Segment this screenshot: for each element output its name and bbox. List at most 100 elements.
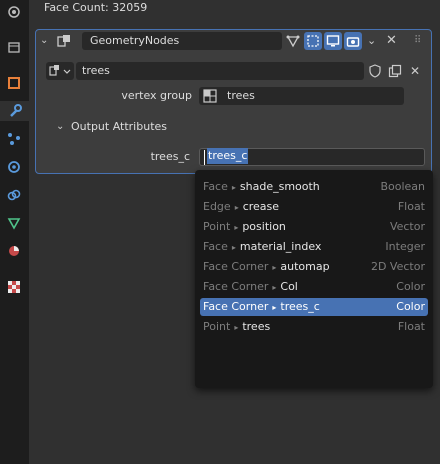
- view-layer-icon: [8, 42, 20, 53]
- attribute-name: position: [242, 220, 286, 233]
- text-cursor: [204, 150, 205, 165]
- vertex-group-text: trees: [227, 89, 255, 102]
- tab-scene[interactable]: [4, 2, 24, 22]
- attribute-domain: Edge: [203, 200, 231, 213]
- attribute-item-shade-smooth[interactable]: Face ▸ shade_smooth Boolean: [200, 178, 428, 196]
- drag-handle-icon[interactable]: ⠿: [414, 32, 421, 50]
- modifier-type-icon: [55, 32, 73, 50]
- node-group-name-field[interactable]: trees: [76, 62, 364, 80]
- attribute-type: Integer: [385, 240, 425, 253]
- node-group-name-text: trees: [82, 64, 110, 77]
- modifier-menu-chevron-icon[interactable]: ⌄: [367, 32, 376, 50]
- mesh-data-icon: [7, 218, 21, 230]
- on-cage-toggle[interactable]: [304, 32, 322, 50]
- attribute-type: Color: [396, 280, 425, 293]
- tab-material[interactable]: [4, 241, 24, 261]
- attribute-domain: Point: [203, 320, 231, 333]
- arrow-right-icon: ▸: [234, 203, 239, 212]
- render-toggle[interactable]: [344, 32, 362, 50]
- attribute-item-trees-c[interactable]: Face Corner ▸ trees_c Color: [200, 298, 428, 316]
- modifier-name-field[interactable]: GeometryNodes: [82, 32, 282, 50]
- cage-icon: [307, 35, 319, 47]
- properties-tab-bar: [0, 0, 29, 464]
- blender-icon: [8, 6, 20, 18]
- attribute-domain-group: Face Corner ▸ Col: [203, 278, 298, 297]
- duplicate-node-group-button[interactable]: [386, 62, 404, 80]
- attribute-type: Vector: [389, 220, 425, 233]
- face-count-label: Face Count: 32059: [44, 1, 148, 14]
- tab-data[interactable]: [4, 213, 24, 233]
- attribute-item-position[interactable]: Point ▸ position Vector: [200, 218, 428, 236]
- arrow-right-icon: ▸: [234, 323, 239, 332]
- collapse-chevron-icon[interactable]: ⌄: [40, 32, 48, 50]
- attribute-name: shade_smooth: [239, 180, 320, 193]
- tab-view-layer[interactable]: [4, 37, 24, 57]
- tab-constraints[interactable]: [4, 185, 24, 205]
- tab-particles[interactable]: [4, 129, 24, 149]
- remove-modifier-x-icon[interactable]: ✕: [386, 32, 397, 50]
- tab-physics[interactable]: [4, 157, 24, 177]
- attribute-name: Col: [280, 280, 298, 293]
- output-attribute-input[interactable]: trees_c: [199, 148, 425, 166]
- wrench-icon: [9, 104, 22, 117]
- attribute-name: crease: [242, 200, 280, 213]
- shield-icon: [369, 64, 381, 78]
- attribute-domain-group: Point ▸ position: [203, 218, 286, 237]
- node-group-browse-button[interactable]: [46, 62, 74, 80]
- constraints-icon: [7, 189, 21, 201]
- attribute-domain-group: Face Corner ▸ trees_c: [203, 298, 320, 317]
- node-tree-icon: [49, 65, 71, 76]
- arrow-right-icon: ▸: [272, 303, 277, 312]
- unlink-node-group-button[interactable]: ✕: [406, 62, 424, 80]
- arrow-right-icon: ▸: [272, 283, 277, 292]
- physics-icon: [8, 161, 20, 173]
- attribute-domain-group: Face ▸ shade_smooth: [203, 178, 320, 197]
- attribute-type: Float: [397, 320, 425, 333]
- attribute-item-col[interactable]: Face Corner ▸ Col Color: [200, 278, 428, 296]
- fake-user-button[interactable]: [366, 62, 384, 80]
- attribute-item-automap[interactable]: Face Corner ▸ automap 2D Vector: [200, 258, 428, 276]
- particles-icon: [8, 133, 20, 145]
- attribute-domain: Face Corner: [203, 280, 269, 293]
- attribute-domain: Face Corner: [203, 300, 269, 313]
- tab-texture[interactable]: [4, 277, 24, 297]
- edit-mode-toggle[interactable]: [284, 32, 302, 50]
- copy-icon: [388, 64, 402, 78]
- attribute-name: automap: [280, 260, 330, 273]
- attribute-domain-group: Point ▸ trees: [203, 318, 270, 337]
- close-icon: ✕: [409, 64, 421, 78]
- attribute-item-crease[interactable]: Edge ▸ crease Float: [200, 198, 428, 216]
- realtime-toggle[interactable]: [324, 32, 342, 50]
- tab-object[interactable]: [4, 73, 24, 93]
- camera-icon: [346, 37, 360, 47]
- attribute-search-dropdown: Face ▸ shade_smooth Boolean Edge ▸ crease Float…: [195, 170, 433, 388]
- arrow-right-icon: ▸: [231, 183, 236, 192]
- vertex-group-label: vertex group: [121, 89, 192, 102]
- attribute-item-trees[interactable]: Point ▸ trees Float: [200, 318, 428, 336]
- attribute-domain: Face: [203, 180, 228, 193]
- vertex-group-field[interactable]: trees: [199, 87, 404, 105]
- vertex-group-icon: [203, 89, 217, 103]
- attribute-domain-group: Face Corner ▸ automap: [203, 258, 330, 277]
- output-attribute-text: trees_c: [207, 148, 249, 164]
- attribute-name: trees_c: [280, 300, 320, 313]
- attribute-domain: Face: [203, 240, 228, 253]
- attribute-type: Float: [397, 200, 425, 213]
- attribute-item-material-index[interactable]: Face ▸ material_index Integer: [200, 238, 428, 256]
- attribute-domain-group: Edge ▸ crease: [203, 198, 279, 217]
- object-icon: [8, 77, 20, 89]
- output-attributes-chevron-icon[interactable]: ⌄: [56, 118, 64, 136]
- arrow-right-icon: ▸: [272, 263, 277, 272]
- attribute-domain: Face Corner: [203, 260, 269, 273]
- texture-icon: [8, 281, 20, 293]
- attribute-type: Color: [396, 300, 425, 313]
- attribute-domain: Point: [203, 220, 231, 233]
- modifier-name-text: GeometryNodes: [90, 34, 180, 47]
- output-attributes-header[interactable]: Output Attributes: [71, 118, 167, 136]
- tab-modifiers[interactable]: [0, 101, 29, 121]
- arrow-right-icon: ▸: [234, 223, 239, 232]
- attribute-type: 2D Vector: [370, 260, 425, 273]
- attribute-type: Boolean: [380, 180, 425, 193]
- monitor-icon: [326, 35, 340, 47]
- attribute-name: material_index: [239, 240, 322, 253]
